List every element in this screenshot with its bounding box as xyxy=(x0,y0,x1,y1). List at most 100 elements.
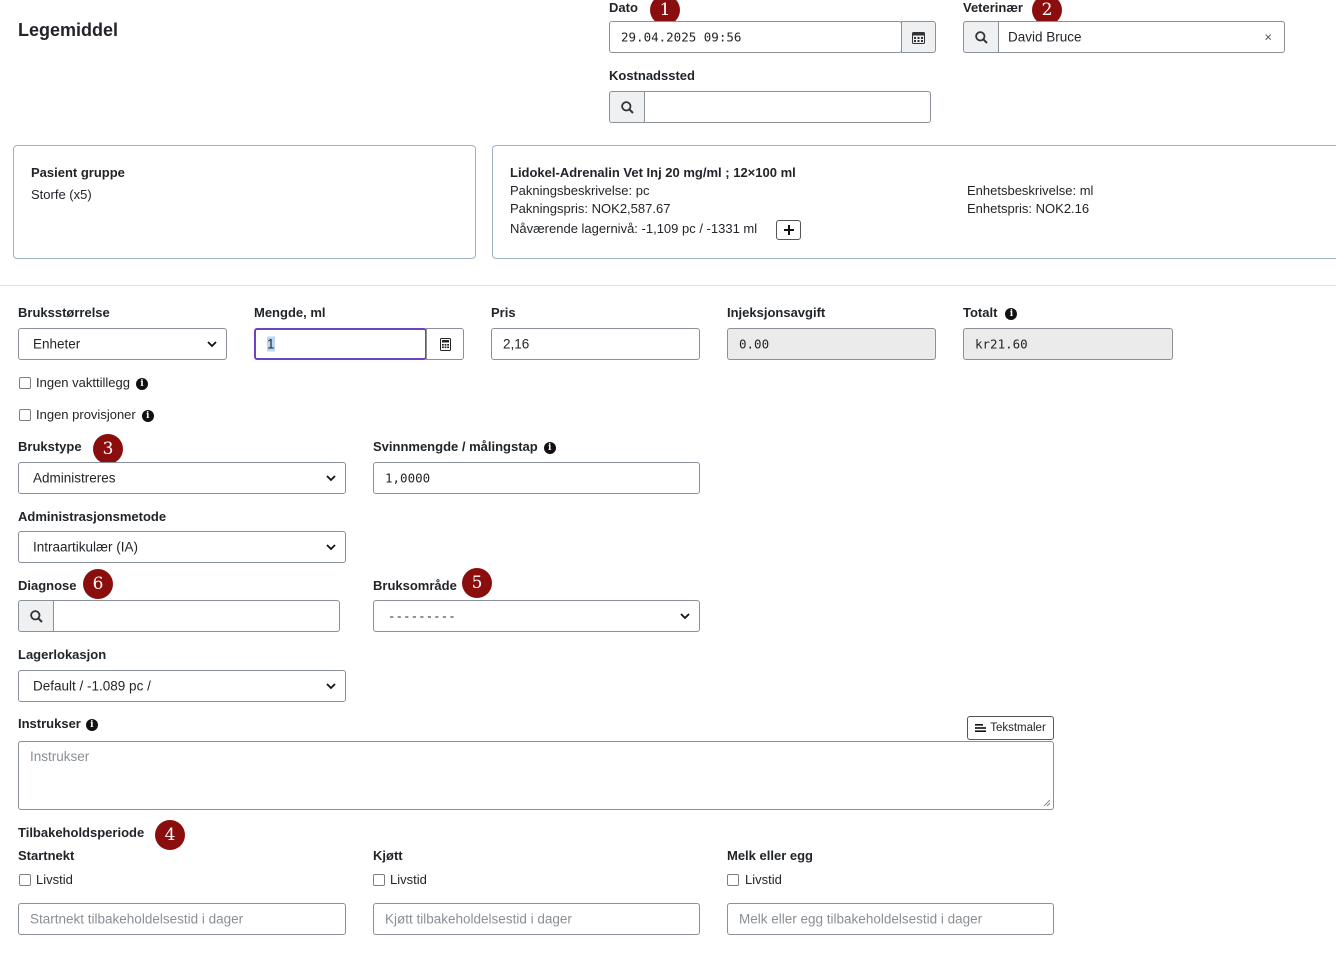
annotation-badge-3: 3 xyxy=(93,434,123,464)
lagerlokasjon-select[interactable]: Default / -1.089 pc / xyxy=(18,670,346,702)
diagnose-input[interactable] xyxy=(53,600,340,632)
pris-input[interactable]: 2,16 xyxy=(491,328,700,360)
adminmetode-select[interactable]: Intraartikulær (IA) xyxy=(18,531,346,563)
totalt-label-wrap: Totalt i xyxy=(963,305,1018,320)
kjott-livstid-checkbox[interactable] xyxy=(373,874,385,886)
kjott-livstid-label: Livstid xyxy=(390,872,427,887)
veterinaer-label: Veterinær xyxy=(963,0,1023,15)
vakttillegg-row: Ingen vakttillegg i xyxy=(36,375,148,390)
plus-icon xyxy=(783,225,794,235)
resize-handle-icon[interactable] xyxy=(1043,799,1051,807)
clear-icon[interactable]: × xyxy=(1264,30,1272,45)
veterinaer-select[interactable]: David Bruce × xyxy=(998,21,1285,53)
calculator-icon xyxy=(439,337,451,351)
kostnadssted-search-button[interactable] xyxy=(609,91,645,123)
calculator-button[interactable] xyxy=(426,328,464,360)
chevron-down-icon xyxy=(680,613,690,620)
chevron-down-icon xyxy=(326,683,336,690)
pris-value: 2,16 xyxy=(503,336,530,352)
injeksjonsavgift-value: 0.00 xyxy=(739,336,770,352)
add-stock-button[interactable] xyxy=(776,220,801,240)
lagerlokasjon-value: Default / -1.089 pc / xyxy=(33,678,151,694)
kostnadssted-input[interactable] xyxy=(644,91,931,123)
enhetspris: Enhetspris: NOK2.16 xyxy=(967,201,1090,216)
calendar-icon xyxy=(912,31,925,44)
diagnose-search-button[interactable] xyxy=(18,600,54,632)
info-icon[interactable]: i xyxy=(85,719,98,731)
totalt-field: kr21.60 xyxy=(963,328,1173,360)
mengde-input[interactable]: 1 xyxy=(254,328,427,360)
dato-label: Dato xyxy=(609,0,638,15)
instrukser-placeholder: Instrukser xyxy=(30,749,90,764)
annotation-badge-6: 6 xyxy=(83,569,113,599)
veterinaer-value: David Bruce xyxy=(1008,29,1082,45)
svinn-input[interactable]: 1,0000 xyxy=(373,462,700,494)
injeksjonsavgift-label: Injeksjonsavgift xyxy=(727,305,826,320)
lagerlokasjon-label: Lagerlokasjon xyxy=(18,647,107,662)
dato-value: 29.04.2025 09:56 xyxy=(621,29,742,45)
bruksstorrelse-label: Bruksstørrelse xyxy=(18,305,110,320)
annotation-badge-4: 4 xyxy=(155,820,185,850)
provisjoner-checkbox[interactable] xyxy=(19,409,31,421)
kjott-label: Kjøtt xyxy=(373,848,403,863)
brukstype-select[interactable]: Administreres xyxy=(18,462,346,494)
startnekt-placeholder: Startnekt tilbakeholdelsestid i dager xyxy=(30,911,244,927)
startnekt-input[interactable]: Startnekt tilbakeholdelsestid i dager xyxy=(18,903,346,935)
mengde-label: Mengde, ml xyxy=(254,305,326,320)
veterinaer-search-button[interactable] xyxy=(963,21,999,53)
tekstmaler-button[interactable]: Tekstmaler xyxy=(967,716,1054,740)
startnekt-livstid-label: Livstid xyxy=(36,872,73,887)
chevron-down-icon xyxy=(326,544,336,551)
svinn-label-wrap: Svinnmengde / målingstap i xyxy=(373,439,556,454)
info-icon[interactable]: i xyxy=(141,410,154,422)
search-icon xyxy=(29,609,43,623)
melk-input[interactable]: Melk eller egg tilbakeholdelsestid i dag… xyxy=(727,903,1054,935)
chevron-down-icon xyxy=(326,475,336,482)
bruksomrade-value: --------- xyxy=(388,608,456,624)
tilbakehold-label: Tilbakeholdsperiode xyxy=(18,825,145,840)
mengde-value: 1 xyxy=(267,336,275,352)
enhetsbeskrivelse: Enhetsbeskrivelse: ml xyxy=(967,183,1094,198)
pakningspris: Pakningspris: NOK2,587.67 xyxy=(510,201,671,216)
info-icon[interactable]: i xyxy=(1005,308,1018,320)
melk-placeholder: Melk eller egg tilbakeholdelsestid i dag… xyxy=(739,911,983,927)
brukstype-label: Brukstype xyxy=(18,439,82,454)
product-name: Lidokel-Adrenalin Vet Inj 20 mg/ml ; 12×… xyxy=(510,165,796,180)
section-divider xyxy=(0,285,1336,286)
bruksstorrelse-value: Enheter xyxy=(33,336,81,352)
melk-livstid-label: Livstid xyxy=(745,872,782,887)
instrukser-textarea[interactable]: Instrukser xyxy=(18,741,1054,810)
instrukser-label-wrap: Instrukser i xyxy=(18,716,98,731)
startnekt-livstid-checkbox[interactable] xyxy=(19,874,31,886)
dato-input[interactable]: 29.04.2025 09:56 xyxy=(609,21,902,53)
totalt-label: Totalt xyxy=(963,305,998,320)
calendar-button[interactable] xyxy=(901,21,936,53)
bruksomrade-select[interactable]: --------- xyxy=(373,600,700,632)
adminmetode-label: Administrasjonsmetode xyxy=(18,509,167,524)
instrukser-label: Instrukser xyxy=(18,716,81,731)
provisjoner-label: Ingen provisjoner xyxy=(36,407,136,422)
melk-livstid-checkbox[interactable] xyxy=(727,874,739,886)
patient-title: Pasient gruppe xyxy=(31,165,125,180)
product-card: Lidokel-Adrenalin Vet Inj 20 mg/ml ; 12×… xyxy=(492,145,1336,259)
kjott-placeholder: Kjøtt tilbakeholdelsestid i dager xyxy=(385,911,572,927)
provisjoner-row: Ingen provisjoner i xyxy=(36,407,154,422)
info-icon[interactable]: i xyxy=(543,442,556,454)
svinn-label: Svinnmengde / målingstap xyxy=(373,439,538,454)
patient-card: Pasient gruppe Storfe (x5) xyxy=(13,145,476,259)
text-lines-icon xyxy=(975,724,987,732)
bruksstorrelse-select[interactable]: Enheter xyxy=(18,328,227,360)
injeksjonsavgift-field: 0.00 xyxy=(727,328,936,360)
melk-label: Melk eller egg xyxy=(727,848,813,863)
lagerniva: Nåværende lagernivå: -1,109 pc / -1331 m… xyxy=(510,221,758,236)
search-icon xyxy=(974,30,988,44)
info-icon[interactable]: i xyxy=(135,378,148,390)
vakttillegg-checkbox[interactable] xyxy=(19,377,31,389)
annotation-badge-5: 5 xyxy=(462,568,492,598)
diagnose-label: Diagnose xyxy=(18,578,77,593)
startnekt-label: Startnekt xyxy=(18,848,75,863)
kjott-input[interactable]: Kjøtt tilbakeholdelsestid i dager xyxy=(373,903,700,935)
brukstype-value: Administreres xyxy=(33,470,116,486)
kostnadssted-label: Kostnadssted xyxy=(609,68,695,83)
patient-value: Storfe (x5) xyxy=(31,187,92,202)
